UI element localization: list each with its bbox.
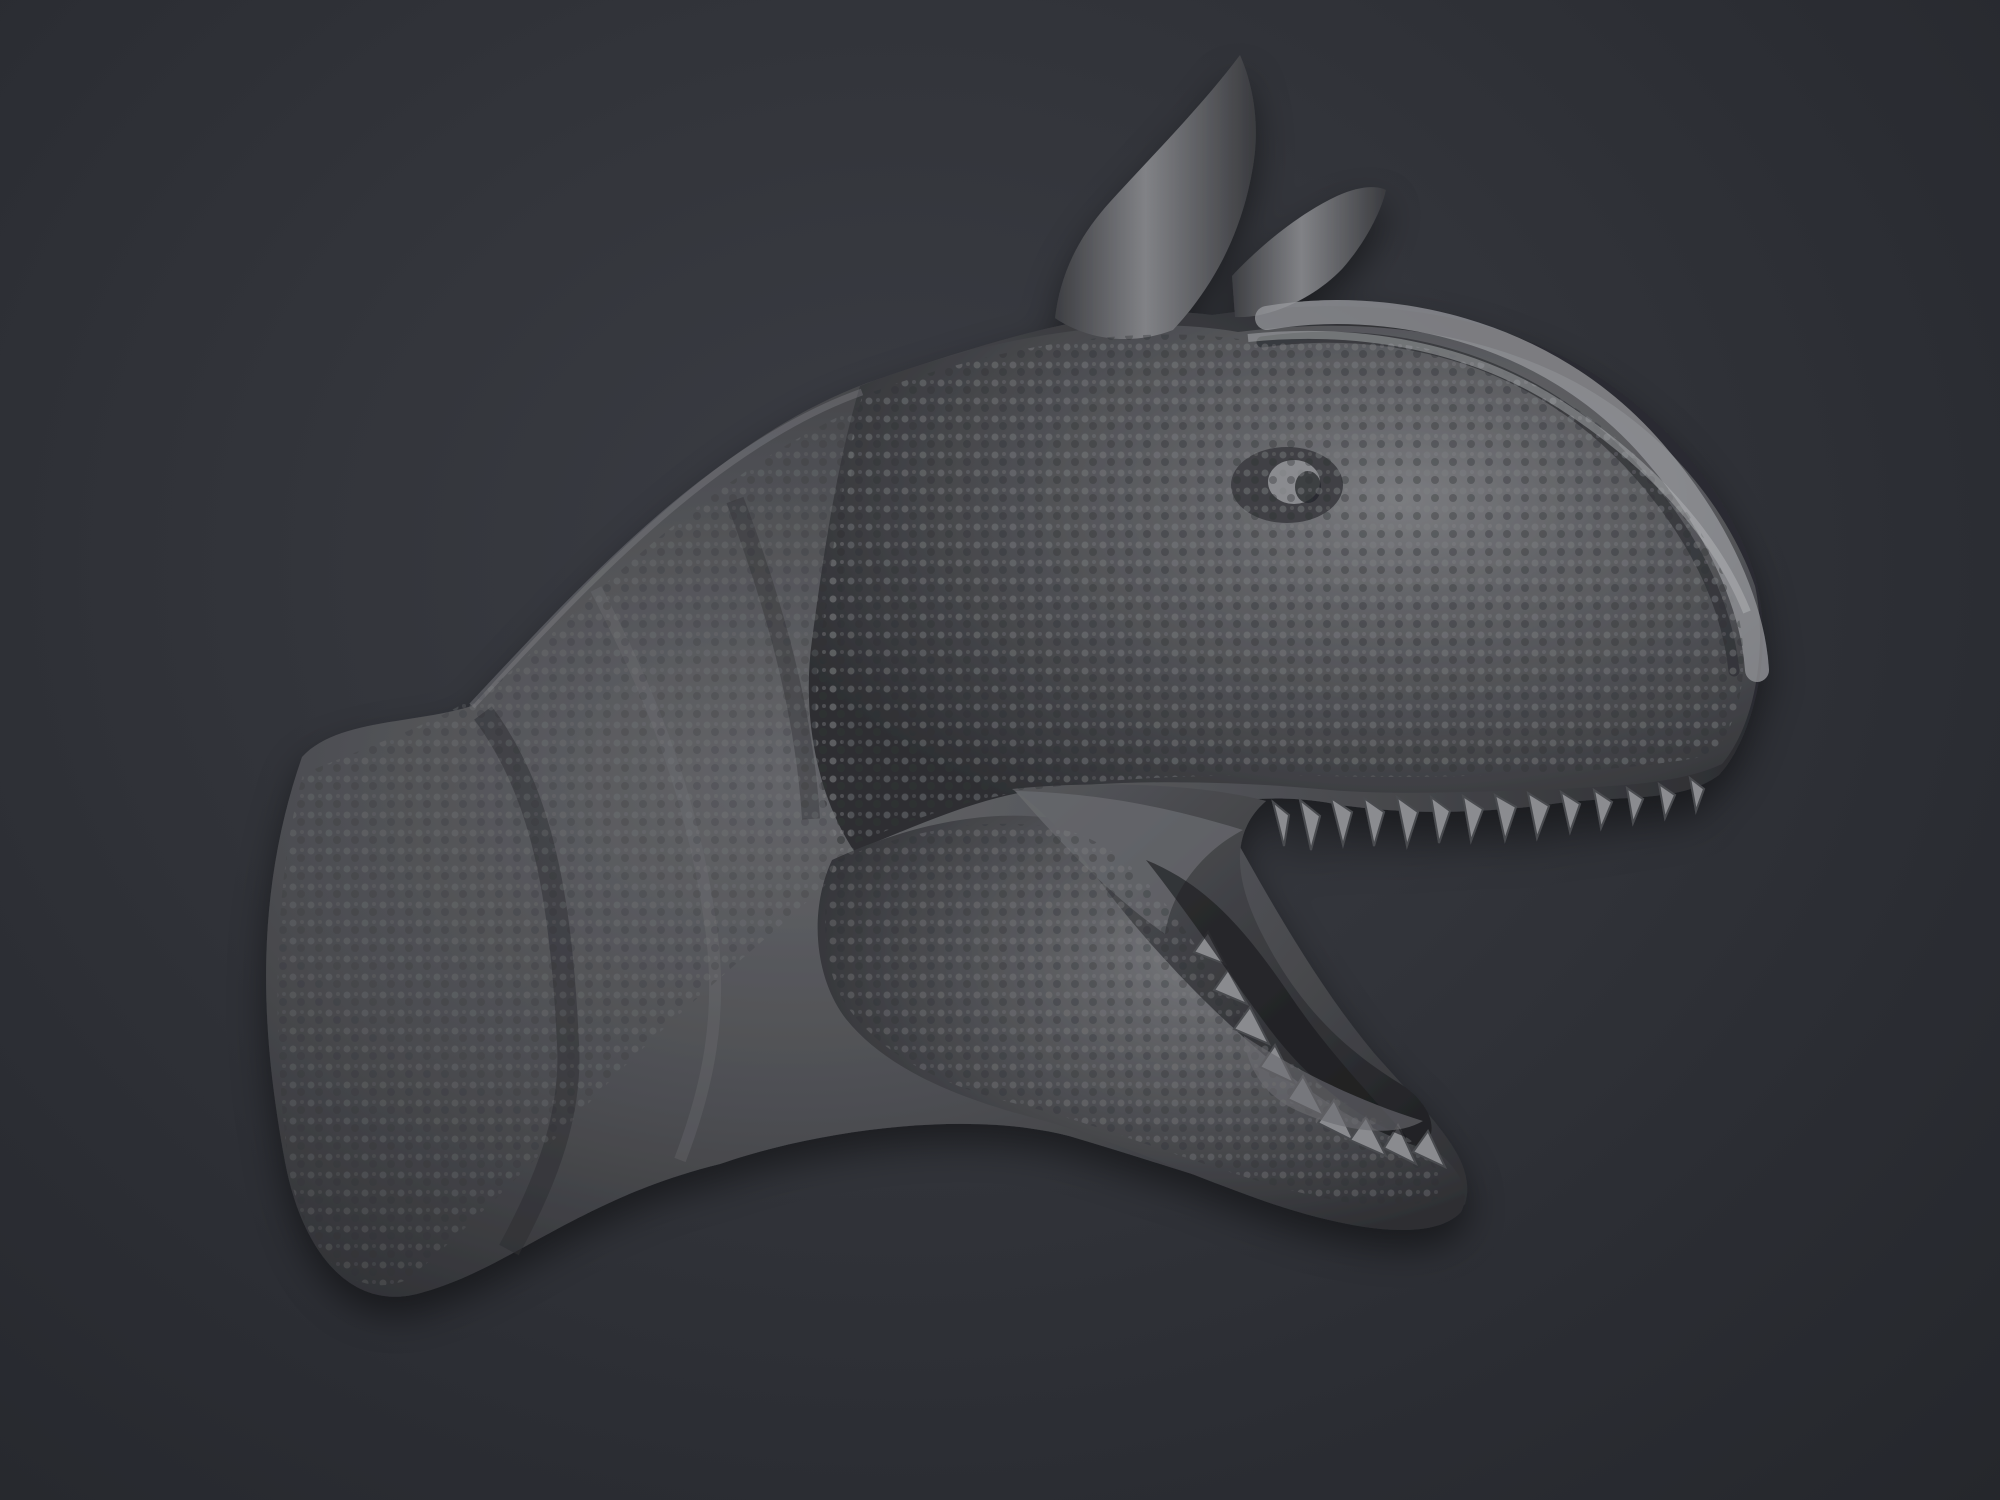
upper-tooth: [1298, 797, 1322, 851]
sculpt-render: [266, 55, 1769, 1297]
left-horn: [1055, 55, 1256, 340]
right-horn: [1232, 187, 1386, 318]
viewport-canvas: [0, 0, 2000, 1500]
dinosaur-model: [266, 55, 1769, 1297]
upper-tooth: [1271, 799, 1291, 847]
